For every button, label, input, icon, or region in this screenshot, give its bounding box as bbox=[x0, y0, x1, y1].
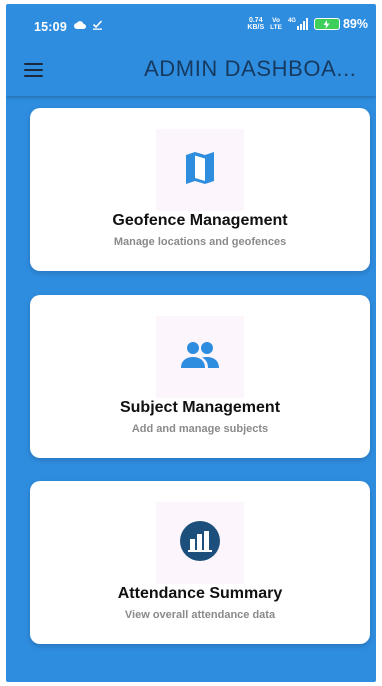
bar-chart-icon bbox=[179, 520, 221, 567]
card-subtitle: Add and manage subjects bbox=[131, 423, 269, 435]
subject-management-card[interactable]: Subject Management Add and manage subjec… bbox=[30, 295, 370, 458]
speed-unit: KB/S bbox=[247, 24, 265, 31]
app-bar: ADMIN DASHBOA... bbox=[6, 44, 376, 96]
volte-indicator: Vo LTE bbox=[270, 17, 282, 31]
people-icon bbox=[180, 340, 220, 375]
menu-icon-line bbox=[24, 74, 43, 78]
attendance-summary-card[interactable]: Attendance Summary View overall attendan… bbox=[30, 481, 370, 644]
map-icon bbox=[185, 151, 215, 190]
volte-top: Vo bbox=[272, 17, 280, 24]
battery-percent: 89% bbox=[342, 17, 368, 31]
geofence-management-card[interactable]: Geofence Management Manage locations and… bbox=[30, 108, 370, 271]
battery-charging-icon bbox=[313, 18, 340, 30]
page-title: ADMIN DASHBOA... bbox=[144, 56, 357, 81]
menu-icon-line bbox=[24, 68, 43, 72]
card-title: Attendance Summary bbox=[117, 585, 283, 602]
signal-label: 4G bbox=[287, 18, 296, 24]
volte-bottom: LTE bbox=[270, 24, 282, 31]
card-title: Subject Management bbox=[119, 399, 281, 416]
speed-value: 0.74 bbox=[248, 17, 263, 24]
status-right-icons: 0.74 KB/S Vo LTE 4G 89% bbox=[247, 17, 368, 31]
battery-indicator: 89% bbox=[313, 17, 368, 31]
menu-icon-line bbox=[24, 62, 43, 66]
signal-icon: 4G bbox=[288, 18, 308, 30]
download-done-icon bbox=[92, 19, 103, 33]
network-speed: 0.74 KB/S bbox=[247, 17, 264, 31]
card-title: Geofence Management bbox=[112, 212, 288, 229]
status-left-icons bbox=[74, 19, 103, 33]
cloud-icon bbox=[74, 19, 86, 33]
status-bar: 15:09 0.74 KB/S Vo LTE 4G 89% bbox=[6, 4, 376, 44]
card-icon-container bbox=[156, 502, 244, 584]
menu-button[interactable] bbox=[24, 60, 46, 80]
card-icon-container bbox=[156, 316, 244, 398]
card-icon-container bbox=[156, 129, 244, 211]
status-time: 15:09 bbox=[34, 20, 67, 34]
card-subtitle: View overall attendance data bbox=[124, 609, 276, 621]
card-subtitle: Manage locations and geofences bbox=[113, 236, 287, 248]
phone-screen: 15:09 0.74 KB/S Vo LTE 4G 89% ADMIN DASH… bbox=[6, 4, 376, 682]
